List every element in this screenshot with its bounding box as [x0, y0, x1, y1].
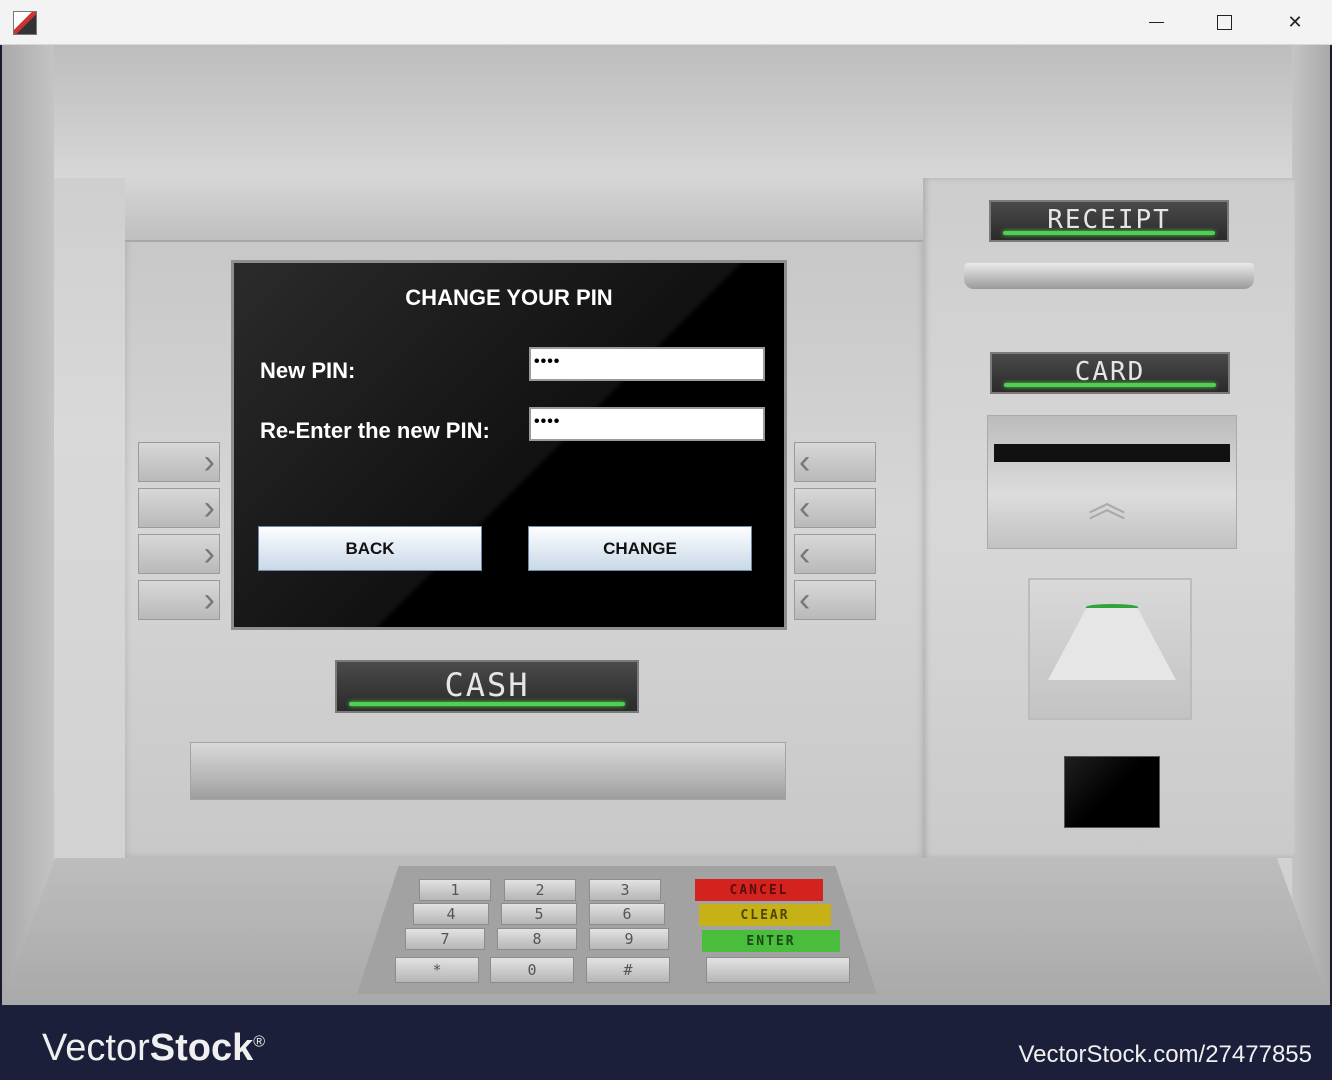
- new-pin-label: New PIN:: [260, 358, 356, 383]
- receipt-slot: [964, 263, 1254, 289]
- clear-key[interactable]: CLEAR: [699, 904, 831, 926]
- side-key-left-1[interactable]: ›: [138, 442, 220, 482]
- minimize-icon: [1148, 21, 1164, 23]
- back-button[interactable]: BACK: [258, 526, 482, 571]
- key-6[interactable]: 6: [589, 903, 665, 925]
- key-0[interactable]: 0: [490, 957, 574, 983]
- atm-screen: CHANGE YOUR PIN New PIN: •••• Re-Enter t…: [231, 260, 787, 630]
- cancel-key[interactable]: CANCEL: [695, 879, 823, 901]
- cash-dispenser-slot: [190, 742, 786, 800]
- side-key-left-2[interactable]: ›: [138, 488, 220, 528]
- page-title: CHANGE YOUR PIN: [405, 285, 613, 310]
- cash-label-text: CASH: [444, 666, 530, 704]
- card-icon: [1048, 608, 1176, 680]
- right-wall: [1292, 45, 1330, 1005]
- enter-key[interactable]: ENTER: [702, 930, 840, 952]
- watermark-url: VectorStock.com/27477855: [1018, 1041, 1312, 1068]
- side-key-left-3[interactable]: ›: [138, 534, 220, 574]
- card-slot: [994, 444, 1230, 462]
- chevron-right-icon: ›: [203, 534, 215, 573]
- chevron-up-icon: ︽: [1088, 483, 1127, 525]
- cash-label: CASH: [335, 660, 639, 713]
- reenter-pin-label: Re-Enter the new PIN:: [260, 418, 490, 443]
- key-3[interactable]: 3: [589, 879, 661, 901]
- key-1[interactable]: 1: [419, 879, 491, 901]
- card-label: CARD: [990, 352, 1230, 394]
- change-button[interactable]: CHANGE: [528, 526, 752, 571]
- key-5[interactable]: 5: [501, 903, 577, 925]
- side-key-left-4[interactable]: ›: [138, 580, 220, 620]
- logo-bold-text: Stock: [149, 1027, 254, 1069]
- receipt-indicator-light: [1003, 231, 1215, 235]
- key-2[interactable]: 2: [504, 879, 576, 901]
- app-icon: [13, 11, 37, 35]
- key-4[interactable]: 4: [413, 903, 489, 925]
- card-insert-indicator: [1028, 578, 1192, 720]
- key-8[interactable]: 8: [497, 928, 577, 950]
- top-rail: [125, 178, 923, 242]
- maximize-button[interactable]: [1194, 0, 1254, 44]
- card-reader[interactable]: ︽: [987, 415, 1237, 549]
- chevron-left-icon: ‹: [799, 580, 811, 619]
- card-indicator-light: [1004, 383, 1216, 387]
- reenter-pin-field[interactable]: ••••: [529, 407, 765, 441]
- key-9[interactable]: 9: [589, 928, 669, 950]
- blank-key[interactable]: [706, 957, 850, 983]
- key-7[interactable]: 7: [405, 928, 485, 950]
- chevron-left-icon: ‹: [799, 442, 811, 481]
- side-key-right-4[interactable]: ‹: [794, 580, 876, 620]
- logo-mark: ®: [253, 1033, 266, 1051]
- close-icon: ✕: [1287, 11, 1303, 32]
- logo-thin-text: Vector: [42, 1027, 150, 1069]
- maximize-icon: [1216, 14, 1232, 30]
- atm-ceiling: [54, 45, 1292, 178]
- camera-panel: [1064, 756, 1160, 828]
- window-titlebar: ✕: [0, 0, 1332, 45]
- chevron-right-icon: ›: [203, 488, 215, 527]
- side-key-right-3[interactable]: ‹: [794, 534, 876, 574]
- chevron-left-icon: ‹: [799, 488, 811, 527]
- receipt-label: RECEIPT: [989, 200, 1229, 242]
- minimize-button[interactable]: [1126, 0, 1186, 44]
- vectorstock-logo: VectorStock®: [42, 1027, 265, 1070]
- side-key-right-2[interactable]: ‹: [794, 488, 876, 528]
- close-button[interactable]: ✕: [1265, 0, 1325, 44]
- key-hash[interactable]: #: [586, 957, 670, 983]
- new-pin-field[interactable]: ••••: [529, 347, 765, 381]
- side-key-right-1[interactable]: ‹: [794, 442, 876, 482]
- key-star[interactable]: *: [395, 957, 479, 983]
- chevron-left-icon: ‹: [799, 534, 811, 573]
- left-wall: [2, 45, 54, 1005]
- chevron-right-icon: ›: [203, 580, 215, 619]
- chevron-right-icon: ›: [203, 442, 215, 481]
- watermark-bar: VectorStock® VectorStock.com/27477855: [0, 1005, 1332, 1080]
- cash-indicator-light: [349, 702, 625, 706]
- atm-machine: CHANGE YOUR PIN New PIN: •••• Re-Enter t…: [2, 45, 1330, 1005]
